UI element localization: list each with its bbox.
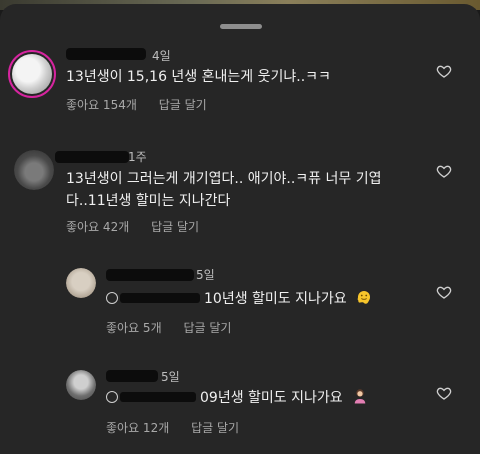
reply-text: 10년생 할미도 지나가요	[204, 291, 347, 307]
mention-icon	[106, 391, 118, 403]
avatar[interactable]	[66, 370, 96, 400]
comment-time: 5일	[161, 370, 180, 384]
drag-handle[interactable]	[220, 24, 262, 29]
woman-gesturing-emoji	[354, 389, 366, 404]
comment-time: 4일	[152, 49, 171, 63]
reply-text: 09년생 할미도 지나가요	[200, 390, 343, 406]
like-count[interactable]: 좋아요 154개	[66, 98, 137, 112]
mention-redacted[interactable]	[120, 293, 200, 303]
comment-text: 13년생이 15,16 년생 혼내는게 웃기냐..ㅋㅋ	[66, 69, 331, 85]
melting-face-emoji	[357, 291, 371, 304]
reply-button[interactable]: 답글 달기	[159, 98, 207, 112]
like-count[interactable]: 좋아요 12개	[106, 421, 169, 435]
username-redacted[interactable]	[66, 48, 146, 60]
username-redacted[interactable]	[106, 269, 194, 281]
avatar[interactable]	[14, 150, 54, 190]
like-count[interactable]: 좋아요 5개	[106, 321, 162, 335]
mention-redacted[interactable]	[120, 392, 196, 402]
username-redacted[interactable]	[106, 370, 158, 382]
comment-text: 10년생 할미도 지나가요	[106, 288, 373, 310]
like-count[interactable]: 좋아요 42개	[66, 220, 129, 234]
reply-button[interactable]: 답글 달기	[183, 321, 231, 335]
comment-time: 5일	[196, 268, 215, 282]
mention-icon	[106, 292, 118, 304]
comment-meta: 좋아요 12개 답글 달기	[106, 419, 257, 436]
comment-text-line-2: 다..11년생 할미는 지나간다	[66, 193, 231, 209]
comment-text: 09년생 할미도 지나가요	[106, 387, 369, 409]
comment-meta: 좋아요 5개 답글 달기	[106, 319, 249, 336]
avatar[interactable]	[8, 50, 56, 98]
reply-button[interactable]: 답글 달기	[191, 421, 239, 435]
heart-icon[interactable]	[436, 63, 452, 79]
heart-icon[interactable]	[436, 284, 452, 300]
heart-icon[interactable]	[436, 385, 452, 401]
avatar[interactable]	[66, 268, 96, 298]
comment-text-line-1: 13년생이 그러는게 개기엽다.. 애기야..ㅋ퓨 너무 기엽	[66, 171, 382, 187]
comment-time: 1주	[128, 150, 147, 164]
comment-meta: 좋아요 154개 답글 달기	[66, 96, 225, 113]
comment-meta: 좋아요 42개 답글 달기	[66, 218, 217, 235]
reply-button[interactable]: 답글 달기	[151, 220, 199, 234]
heart-icon[interactable]	[436, 163, 452, 179]
username-redacted[interactable]	[55, 151, 129, 163]
